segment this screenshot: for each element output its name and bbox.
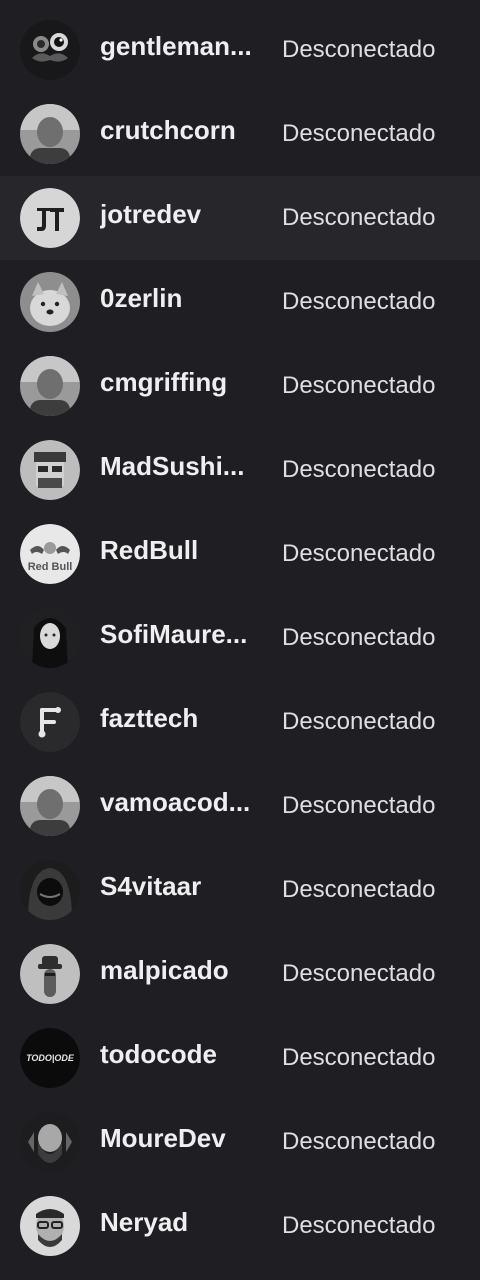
fazt-logo-icon (20, 692, 80, 752)
bearded-man-photo-avatar (20, 1112, 80, 1172)
channel-row[interactable]: gentleman... Desconectado (0, 8, 480, 92)
channel-row[interactable]: jotredev Desconectado (0, 176, 480, 260)
profile-photo-avatar (20, 356, 80, 416)
channel-name: cmgriffing (100, 366, 228, 397)
anime-girl-illustration-avatar (20, 608, 80, 668)
channel-name: gentleman... (100, 30, 252, 61)
channel-name: Neryad (100, 1206, 189, 1237)
channel-row[interactable]: Neryad Desconectado (0, 1184, 480, 1268)
jt-logo-icon (20, 188, 80, 248)
dog-photo-avatar (20, 272, 80, 332)
channel-status: Desconectado (282, 792, 436, 819)
followed-channels-list: gentleman... Desconectado crutchcorn Descon… (0, 0, 480, 1280)
channel-name: jotredev (100, 198, 202, 229)
cartoon-character-icon (20, 944, 80, 1004)
channel-status: Desconectado (282, 1128, 436, 1155)
channel-row[interactable]: MoureDev Desconectado (0, 1100, 480, 1184)
channel-row[interactable]: S4vitaar Desconectado (0, 848, 480, 932)
red-bull-logo-avatar: Red Bull (20, 524, 80, 584)
channel-row[interactable]: SofiMaure... Desconectado (0, 596, 480, 680)
channel-name: SofiMaure... (100, 618, 248, 649)
channel-status: Desconectado (282, 708, 436, 735)
channel-row[interactable]: malpicado Desconectado (0, 932, 480, 1016)
channel-status: Desconectado (282, 1212, 436, 1239)
channel-status: Desconectado (282, 120, 436, 147)
channel-status: Desconectado (282, 36, 436, 63)
bearded-man-glasses-photo-avatar (20, 1196, 80, 1256)
todocode-logo-avatar: TODO|ODE (20, 1028, 80, 1088)
svg-text:Red Bull: Red Bull (28, 561, 73, 573)
channel-name: MadSushi... (100, 450, 245, 481)
channel-status: Desconectado (282, 876, 436, 903)
channel-name: todocode (100, 1038, 217, 1069)
hooded-character-icon (20, 860, 80, 920)
channel-row[interactable]: 0zerlin Desconectado (0, 260, 480, 344)
channel-name: malpicado (100, 954, 229, 985)
channel-status: Desconectado (282, 288, 436, 315)
channel-name: S4vitaar (100, 870, 202, 901)
channel-status: Desconectado (282, 624, 436, 651)
channel-name: crutchcorn (100, 114, 236, 145)
channel-status: Desconectado (282, 960, 436, 987)
channel-name: fazttech (100, 702, 199, 733)
channel-row[interactable]: TODO|ODE todocode Desconectado (0, 1016, 480, 1100)
channel-row[interactable]: Red Bull RedBull Desconectado (0, 512, 480, 596)
pixel-art-face-avatar (20, 440, 80, 500)
channel-row[interactable]: crutchcorn Desconectado (0, 92, 480, 176)
profile-photo-avatar (20, 776, 80, 836)
channel-status: Desconectado (282, 372, 436, 399)
channel-row[interactable]: cmgriffing Desconectado (0, 344, 480, 428)
profile-photo-avatar (20, 104, 80, 164)
channel-row[interactable]: fazttech Desconectado (0, 680, 480, 764)
channel-name: vamoacod... (100, 786, 251, 817)
channel-name: 0zerlin (100, 282, 183, 313)
channel-row[interactable]: MadSushi... Desconectado (0, 428, 480, 512)
channel-status: Desconectado (282, 540, 436, 567)
channel-row[interactable]: vamoacod... Desconectado (0, 764, 480, 848)
channel-name: RedBull (100, 534, 199, 565)
svg-text:TODO|ODE: TODO|ODE (26, 1053, 75, 1063)
mustache-glasses-icon (20, 20, 80, 80)
channel-status: Desconectado (282, 204, 436, 231)
channel-name: MoureDev (100, 1122, 226, 1153)
channel-status: Desconectado (282, 1044, 436, 1071)
channel-status: Desconectado (282, 456, 436, 483)
